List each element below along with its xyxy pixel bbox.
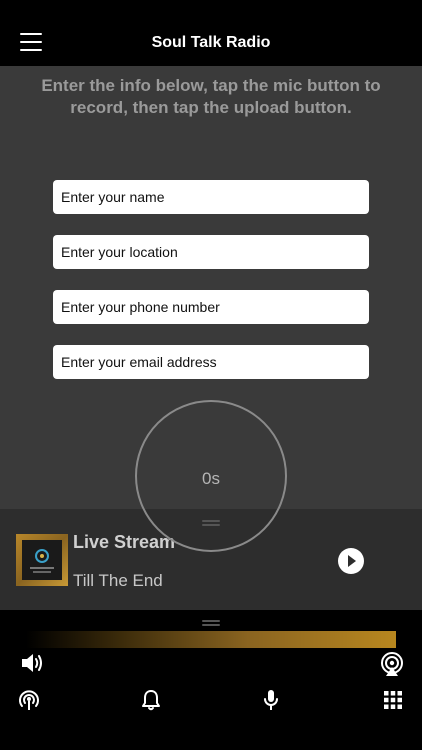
microphone-icon[interactable]: [261, 688, 281, 712]
speaker-icon[interactable]: [20, 652, 44, 674]
airplay-icon[interactable]: [379, 651, 405, 677]
page-title: Soul Talk Radio: [151, 34, 271, 51]
bottom-drag-handle[interactable]: [202, 619, 220, 627]
record-timer-circle[interactable]: 0s: [135, 400, 287, 552]
bottom-controls: [0, 610, 422, 750]
app-screen: Soul Talk Radio Enter the info below, ta…: [0, 0, 422, 750]
location-field[interactable]: [53, 235, 369, 269]
name-field[interactable]: [53, 180, 369, 214]
phone-field[interactable]: [53, 290, 369, 324]
bell-icon[interactable]: [141, 689, 161, 711]
header-bar: Soul Talk Radio: [0, 0, 422, 66]
grid-icon[interactable]: [383, 690, 403, 710]
play-icon[interactable]: [338, 548, 364, 574]
album-art: [16, 534, 68, 586]
player-title: Live Stream: [73, 532, 176, 552]
broadcast-icon[interactable]: [17, 688, 41, 712]
player-subtitle: Till The End: [73, 571, 163, 590]
email-field[interactable]: [53, 345, 369, 379]
volume-slider[interactable]: [26, 631, 396, 648]
instructions-text: Enter the info below, tap the mic button…: [41, 76, 381, 117]
record-timer: 0s: [202, 469, 220, 488]
